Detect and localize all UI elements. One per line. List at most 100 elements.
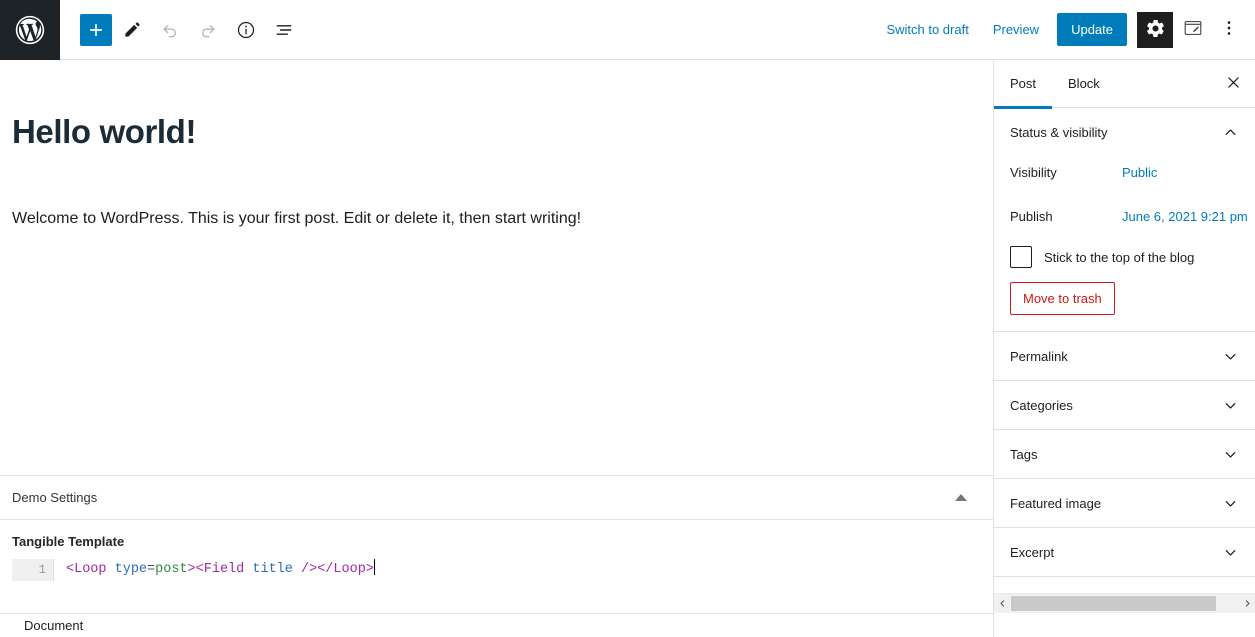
chevron-down-icon[interactable] xyxy=(1222,544,1239,561)
code-token-tag: /> xyxy=(292,562,318,577)
sidebar-tab-bar: Post Block xyxy=(994,60,1255,109)
visibility-value-button[interactable]: Public xyxy=(1122,165,1157,180)
chevron-down-icon[interactable] xyxy=(1222,495,1239,512)
edit-tool-button[interactable] xyxy=(114,12,150,48)
publish-row: Publish June 6, 2021 9:21 pm xyxy=(1010,200,1248,232)
post-canvas[interactable]: Hello world! Welcome to WordPress. This … xyxy=(0,60,993,475)
code-token-tag: <Field xyxy=(195,562,245,577)
panel-excerpt: Excerpt xyxy=(994,528,1255,577)
add-block-button[interactable] xyxy=(80,13,112,46)
triangle-up-icon[interactable] xyxy=(955,494,967,501)
code-tokens: <Loop type=post><Field title /></Loop> xyxy=(66,562,374,577)
code-token-attr: type xyxy=(114,562,148,577)
tangible-template-code-editor[interactable]: 1 <Loop type=post><Field title /></Loop> xyxy=(12,559,981,581)
switch-to-draft-button[interactable]: Switch to draft xyxy=(874,16,980,43)
code-token-tag: </Loop> xyxy=(317,562,374,577)
panel-featured-image: Featured image xyxy=(994,479,1255,528)
info-circle-icon xyxy=(236,20,256,40)
code-token-attr: title xyxy=(252,562,293,577)
scrollbar-thumb[interactable] xyxy=(1011,595,1216,611)
document-breadcrumb-bar: Document xyxy=(0,613,993,637)
code-token-tag: <Loop xyxy=(66,562,107,577)
panel-tags-header[interactable]: Tags xyxy=(994,430,1255,478)
code-token-val: post xyxy=(155,562,188,577)
more-options-button[interactable] xyxy=(1211,12,1247,48)
panel-status-body: Visibility Public Publish June 6, 2021 9… xyxy=(994,156,1255,331)
move-to-trash-button[interactable]: Move to trash xyxy=(1010,282,1115,315)
demo-settings-header[interactable]: Demo Settings xyxy=(0,476,993,520)
panel-categories-header[interactable]: Categories xyxy=(994,381,1255,429)
panel-excerpt-header[interactable]: Excerpt xyxy=(994,528,1255,576)
settings-toggle-button[interactable] xyxy=(1137,11,1173,48)
panel-featured-image-title: Featured image xyxy=(1010,495,1102,511)
text-caret xyxy=(373,559,375,575)
panel-categories-title: Categories xyxy=(1010,397,1073,413)
code-token-tag: > xyxy=(187,562,196,577)
panel-tags-title: Tags xyxy=(1010,446,1038,462)
update-button[interactable]: Update xyxy=(1057,13,1127,46)
chevron-up-icon[interactable] xyxy=(1222,124,1239,141)
undo-arrow-icon xyxy=(160,20,180,40)
wordpress-logo-button[interactable] xyxy=(0,0,60,60)
tangible-template-label: Tangible Template xyxy=(12,534,125,549)
chevron-left-icon[interactable] xyxy=(994,593,1011,613)
demo-settings-metabox: Demo Settings Tangible Template 1 <Loop … xyxy=(0,475,993,581)
chevron-down-icon[interactable] xyxy=(1222,348,1239,365)
post-settings-sidebar: Post Block Status & visibility Visibilit… xyxy=(993,60,1255,637)
close-icon xyxy=(1225,74,1242,94)
chevron-right-icon[interactable] xyxy=(1239,593,1255,613)
edit-square-icon xyxy=(1182,17,1204,42)
sticky-post-row: Stick to the top of the blog xyxy=(1010,246,1239,268)
panel-status-title: Status & visibility xyxy=(1010,124,1108,140)
post-paragraph-block[interactable]: Welcome to WordPress. This is your first… xyxy=(0,206,993,232)
sticky-post-checkbox[interactable] xyxy=(1010,246,1032,268)
vertical-ellipsis-icon xyxy=(1219,18,1239,41)
post-title[interactable]: Hello world! xyxy=(0,112,993,152)
scrollbar-track[interactable] xyxy=(1011,593,1239,613)
panel-featured-image-header[interactable]: Featured image xyxy=(994,479,1255,527)
gear-icon xyxy=(1145,18,1166,42)
demo-settings-title: Demo Settings xyxy=(12,490,98,505)
publish-date-button[interactable]: June 6, 2021 9:21 pm xyxy=(1122,209,1248,224)
panel-categories: Categories xyxy=(994,381,1255,430)
redo-arrow-icon xyxy=(198,20,218,40)
wordpress-logo-icon xyxy=(13,13,47,47)
jetpack-edit-button[interactable] xyxy=(1175,12,1211,48)
editor-main-column: Hello world! Welcome to WordPress. This … xyxy=(0,60,993,637)
editor-toolbar: Switch to draft Preview Update xyxy=(0,0,1255,60)
panel-tags: Tags xyxy=(994,430,1255,479)
toolbar-right-group: Switch to draft Preview Update xyxy=(874,11,1255,48)
preview-button[interactable]: Preview xyxy=(981,16,1051,43)
panel-permalink-title: Permalink xyxy=(1010,348,1068,364)
visibility-label: Visibility xyxy=(1010,164,1057,180)
details-info-button[interactable] xyxy=(228,12,264,48)
code-token-punct: = xyxy=(147,562,156,577)
plus-icon xyxy=(87,21,105,39)
panel-status-header[interactable]: Status & visibility xyxy=(994,108,1255,156)
toolbar-left-group xyxy=(60,12,302,48)
code-line-number: 1 xyxy=(12,559,54,581)
redo-button[interactable] xyxy=(190,12,226,48)
tab-post[interactable]: Post xyxy=(994,60,1053,109)
panel-excerpt-title: Excerpt xyxy=(1010,544,1055,560)
sidebar-horizontal-scrollbar[interactable] xyxy=(994,593,1255,613)
list-view-icon xyxy=(274,20,294,40)
publish-label: Publish xyxy=(1010,208,1053,224)
demo-settings-body: Tangible Template 1 <Loop type=post><Fie… xyxy=(0,520,993,581)
code-content-area[interactable]: <Loop type=post><Field title /></Loop> xyxy=(54,559,981,581)
sticky-post-label: Stick to the top of the blog xyxy=(1044,249,1195,265)
panel-status-and-visibility: Status & visibility Visibility Public Pu… xyxy=(994,108,1255,332)
wordpress-block-editor: Switch to draft Preview Update Hello wor… xyxy=(0,0,1255,637)
list-view-button[interactable] xyxy=(266,12,302,48)
undo-button[interactable] xyxy=(152,12,188,48)
panel-permalink-header[interactable]: Permalink xyxy=(994,332,1255,380)
panel-permalink: Permalink xyxy=(994,332,1255,381)
visibility-row: Visibility Public xyxy=(1010,156,1239,188)
chevron-down-icon[interactable] xyxy=(1222,446,1239,463)
tab-block[interactable]: Block xyxy=(1052,60,1116,108)
pencil-icon xyxy=(123,20,142,39)
close-sidebar-button[interactable] xyxy=(1213,64,1253,104)
chevron-down-icon[interactable] xyxy=(1222,397,1239,414)
document-breadcrumb-label[interactable]: Document xyxy=(24,618,83,633)
